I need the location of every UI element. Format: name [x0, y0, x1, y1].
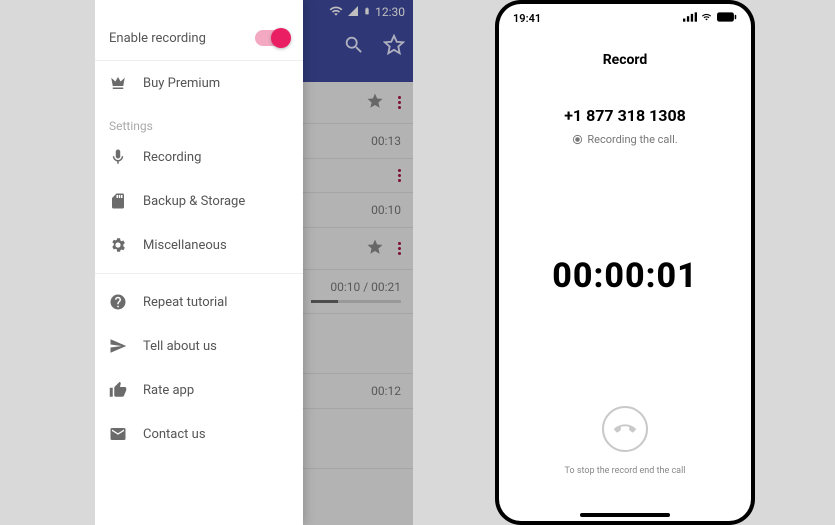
divider	[95, 273, 303, 274]
record-dot-icon	[572, 134, 583, 145]
enable-recording-toggle[interactable]	[255, 30, 289, 46]
gear-icon	[109, 236, 127, 254]
drawer-item-label: Tell about us	[143, 339, 217, 354]
phone-hangup-icon	[614, 418, 636, 440]
drawer-item-recording[interactable]: Recording	[95, 135, 303, 179]
drawer-item-label: Repeat tutorial	[143, 295, 227, 310]
settings-header: Settings	[95, 105, 303, 135]
phone-number: +1 877 318 1308	[564, 106, 686, 125]
ios-status-icons	[683, 12, 737, 25]
ios-phone: 19:41 Record +1 877 318 1308 Recording t…	[495, 0, 755, 525]
battery-icon	[717, 12, 737, 22]
drawer-item-contact[interactable]: Contact us	[95, 412, 303, 456]
signal-icon	[683, 12, 697, 22]
help-icon	[109, 293, 127, 311]
hint-text: To stop the record end the call	[565, 466, 686, 476]
crown-icon	[109, 74, 127, 92]
recording-label: Recording the call.	[587, 133, 677, 146]
page-title: Record	[603, 52, 648, 68]
android-phone: 12:30 00:13 00:10 00:10	[95, 0, 413, 525]
drawer-item-backup[interactable]: Backup & Storage	[95, 179, 303, 223]
enable-recording-row[interactable]: Enable recording	[95, 6, 303, 61]
drawer-item-label: Backup & Storage	[143, 194, 245, 209]
drawer-item-tell[interactable]: Tell about us	[95, 324, 303, 368]
mail-icon	[109, 425, 127, 443]
drawer-item-label: Miscellaneous	[143, 238, 227, 253]
sd-card-icon	[109, 192, 127, 210]
drawer-item-misc[interactable]: Miscellaneous	[95, 223, 303, 267]
buy-premium-item[interactable]: Buy Premium	[95, 61, 303, 105]
ios-screen: 19:41 Record +1 877 318 1308 Recording t…	[499, 4, 751, 521]
drawer-item-tutorial[interactable]: Repeat tutorial	[95, 280, 303, 324]
end-call-button[interactable]	[602, 406, 648, 452]
send-icon	[109, 337, 127, 355]
drawer-item-label: Recording	[143, 150, 201, 165]
recording-timer: 00:00:01	[552, 256, 697, 296]
buy-premium-label: Buy Premium	[143, 76, 220, 91]
home-indicator[interactable]	[580, 513, 670, 517]
clock-text: 19:41	[513, 12, 541, 25]
nav-drawer: Enable recording Buy Premium Settings Re…	[95, 0, 303, 525]
drawer-item-rate[interactable]: Rate app	[95, 368, 303, 412]
thumb-up-icon	[109, 381, 127, 399]
wifi-icon	[699, 12, 714, 22]
drawer-item-label: Contact us	[143, 427, 206, 442]
drawer-item-label: Rate app	[143, 383, 194, 398]
mic-icon	[109, 148, 127, 166]
recording-status: Recording the call.	[572, 133, 677, 146]
ios-statusbar: 19:41	[499, 4, 751, 32]
enable-recording-label: Enable recording	[109, 31, 206, 46]
